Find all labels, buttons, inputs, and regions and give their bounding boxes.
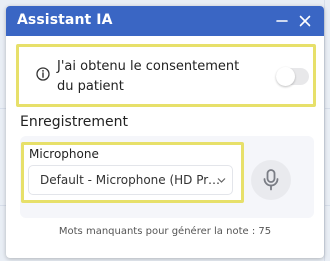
- minimize-button[interactable]: [271, 10, 293, 32]
- panel-title: Assistant IA: [17, 12, 113, 28]
- record-microphone-button[interactable]: [251, 160, 291, 200]
- microphone-label: Microphone: [29, 147, 99, 161]
- info-circle-icon: [36, 67, 50, 81]
- missing-words-text: Mots manquants pour générer la note : 75: [58, 226, 272, 237]
- background-divider: [324, 0, 325, 261]
- panel-titlebar: Assistant IA: [6, 6, 324, 36]
- consent-toggle[interactable]: [276, 67, 309, 86]
- close-button[interactable]: [294, 10, 316, 32]
- microphone-icon: [263, 169, 279, 191]
- microphone-select-value: Default - Microphone (HD Pro Webcam C920…: [40, 173, 220, 187]
- consent-label: J'ai obtenu le consentement du patient: [57, 59, 240, 94]
- chevron-down-icon: [217, 178, 226, 183]
- consent-row: J'ai obtenu le consentement du patient: [16, 44, 316, 107]
- toggle-knob: [276, 67, 295, 86]
- recording-section-title: Enregistrement: [20, 114, 129, 130]
- minus-icon: [276, 20, 288, 22]
- close-icon: [299, 15, 311, 27]
- screen: Assistant IA J'ai obtenu le consentement…: [0, 0, 330, 261]
- assistant-panel: Assistant IA J'ai obtenu le consentement…: [6, 6, 324, 258]
- microphone-select[interactable]: Default - Microphone (HD Pro Webcam C920…: [28, 165, 233, 195]
- microphone-field: Microphone Default - Microphone (HD Pro …: [21, 142, 244, 203]
